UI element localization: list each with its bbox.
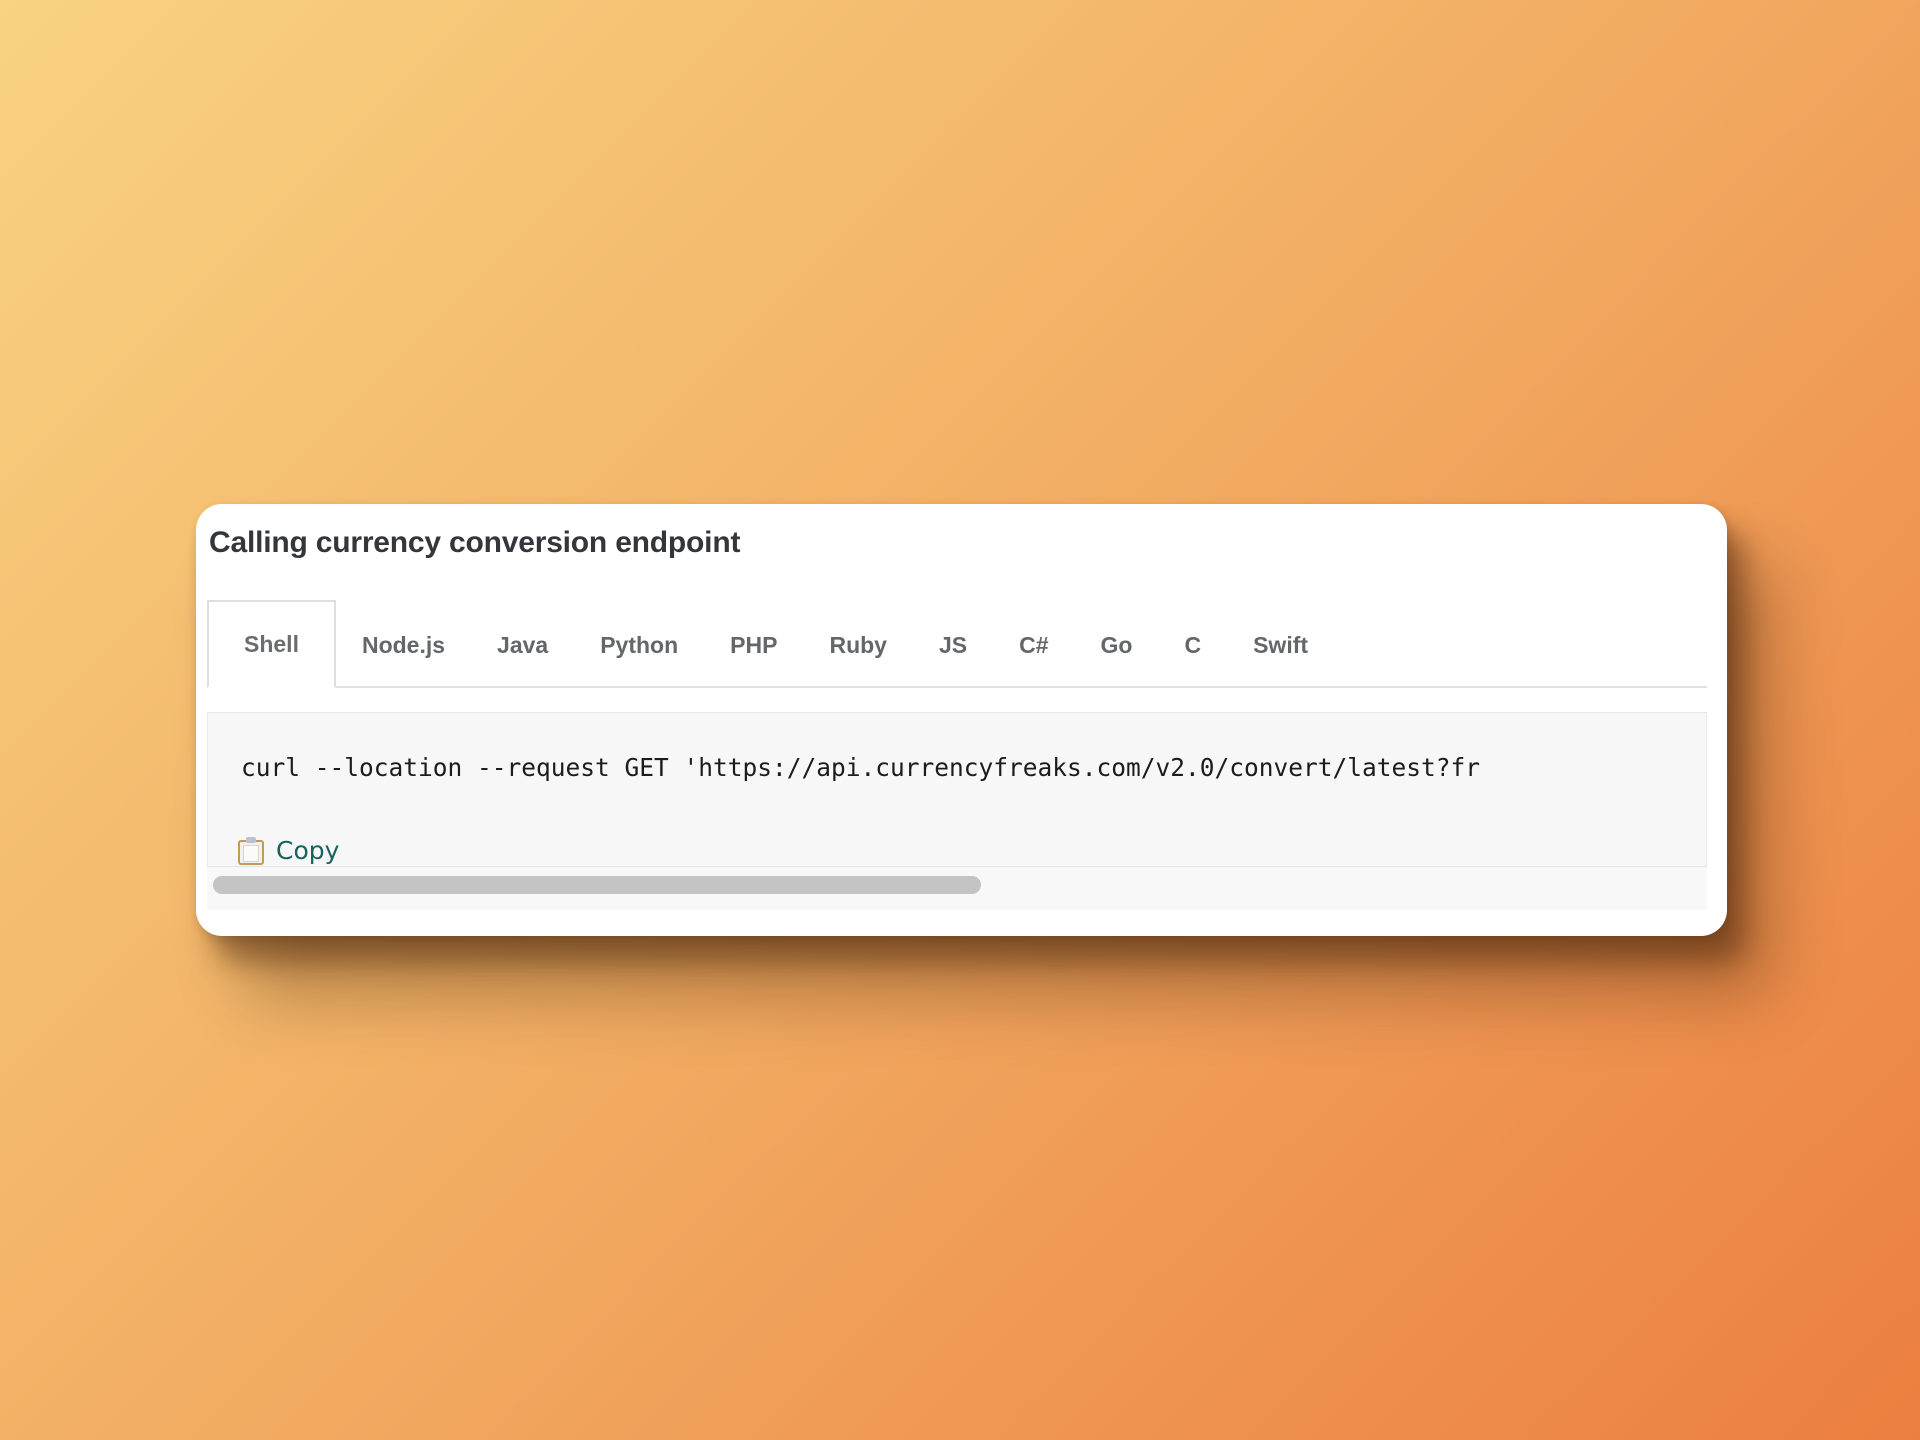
code-sample-card: Calling currency conversion endpoint She… xyxy=(196,504,1727,936)
copy-button[interactable]: Copy xyxy=(238,836,339,865)
tab-label: Java xyxy=(497,631,549,658)
tab-label: C# xyxy=(1019,631,1049,658)
scrollbar-thumb[interactable] xyxy=(213,876,981,894)
clipboard-icon xyxy=(238,836,264,865)
horizontal-scrollbar[interactable] xyxy=(207,866,1707,910)
tab-label: Ruby xyxy=(829,631,887,658)
tab-label: C xyxy=(1184,631,1202,658)
tab-label: JS xyxy=(938,631,968,658)
tab-label: Swift xyxy=(1253,631,1309,658)
copy-button-label: Copy xyxy=(276,836,340,865)
tab-csharp[interactable]: C# xyxy=(993,600,1074,688)
tab-php[interactable]: PHP xyxy=(704,600,803,688)
tab-ruby[interactable]: Ruby xyxy=(803,600,913,688)
page-background: { "background": { "gradient_start": "#f8… xyxy=(0,0,1920,1440)
page-title: Calling currency conversion endpoint xyxy=(209,526,741,559)
language-tabs: Shell Node.js Java Python PHP Ruby JS C#… xyxy=(207,600,1707,688)
tab-js[interactable]: JS xyxy=(913,600,993,688)
tab-python[interactable]: Python xyxy=(574,600,704,688)
tab-go[interactable]: Go xyxy=(1075,600,1159,688)
code-text: curl --location --request GET 'https://a… xyxy=(241,753,1481,782)
tab-label: Shell xyxy=(244,630,299,657)
tab-label: PHP xyxy=(730,631,778,658)
tab-shell[interactable]: Shell xyxy=(207,600,336,688)
tab-label: Python xyxy=(600,631,679,658)
tab-nodejs[interactable]: Node.js xyxy=(336,600,471,688)
tab-c[interactable]: C xyxy=(1158,600,1227,688)
tab-java[interactable]: Java xyxy=(471,600,574,688)
tab-swift[interactable]: Swift xyxy=(1227,600,1334,688)
tab-label: Node.js xyxy=(361,631,446,658)
tab-label: Go xyxy=(1100,631,1133,658)
